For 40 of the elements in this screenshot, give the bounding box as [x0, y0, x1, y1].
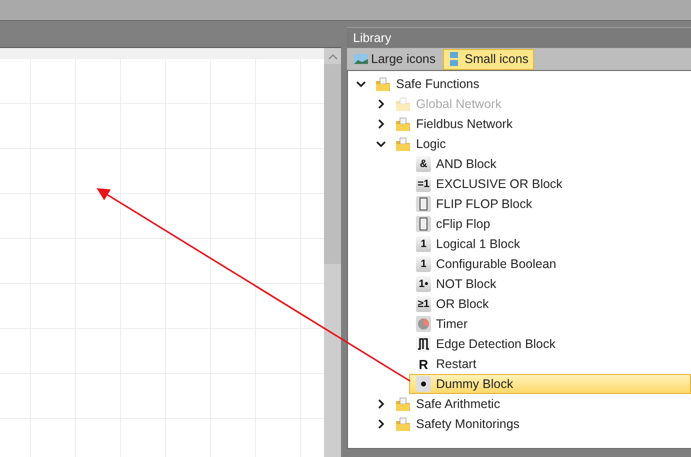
tree-item[interactable]: FLIP FLOP Block	[409, 194, 691, 214]
tree-item[interactable]: 1 Configurable Boolean	[409, 254, 691, 274]
tree-item[interactable]: & AND Block	[409, 154, 691, 174]
tree-item[interactable]: Safety Monitorings	[416, 417, 520, 431]
folder-icon	[395, 136, 411, 152]
block-icon: R	[416, 356, 431, 372]
tree-item[interactable]: Safe Arithmetic	[416, 397, 500, 411]
tree-item[interactable]: cFlip Flop	[409, 214, 691, 234]
flip-flop-icon	[416, 196, 431, 212]
tree-item[interactable]: Dummy Block	[409, 374, 691, 394]
edge-icon	[416, 336, 431, 352]
view-button[interactable]: Large icons	[349, 48, 441, 70]
scroll-thumb[interactable]	[324, 64, 341, 264]
tree-item[interactable]: Timer	[409, 314, 691, 334]
folder-icon	[395, 96, 411, 112]
flip-flop-icon	[416, 216, 431, 232]
tree-item[interactable]: ≥1 OR Block	[409, 294, 691, 314]
landscape-icon	[354, 52, 368, 66]
tree-item[interactable]: 1 Logical 1 Block	[409, 234, 691, 254]
folder-icon	[375, 76, 391, 92]
view-button[interactable]: Small icons	[442, 48, 534, 70]
block-icon: 1	[416, 236, 431, 252]
folder-icon	[395, 116, 411, 132]
panel-title: Library	[347, 27, 691, 48]
folder-icon	[395, 416, 411, 432]
tree-item[interactable]: 1• NOT Block	[409, 274, 691, 294]
tree-item[interactable]: Safe Functions	[396, 77, 480, 91]
block-icon: =1	[416, 176, 431, 192]
tree-item[interactable]: Logic	[416, 137, 446, 151]
folder-icon	[395, 396, 411, 412]
tree-item[interactable]: =1 EXCLUSIVE OR Block	[409, 174, 691, 194]
tree-item[interactable]: Fieldbus Network	[416, 117, 513, 131]
block-icon: ≥1	[416, 296, 431, 312]
block-icon: 1	[416, 256, 431, 272]
timer-icon	[416, 316, 431, 332]
tree-item[interactable]: Edge Detection Block	[409, 334, 691, 354]
block-icon: 1•	[416, 276, 431, 292]
tree-item[interactable]: R Restart	[409, 354, 691, 374]
block-icon: &	[416, 156, 431, 172]
scrollbar[interactable]	[324, 48, 341, 457]
